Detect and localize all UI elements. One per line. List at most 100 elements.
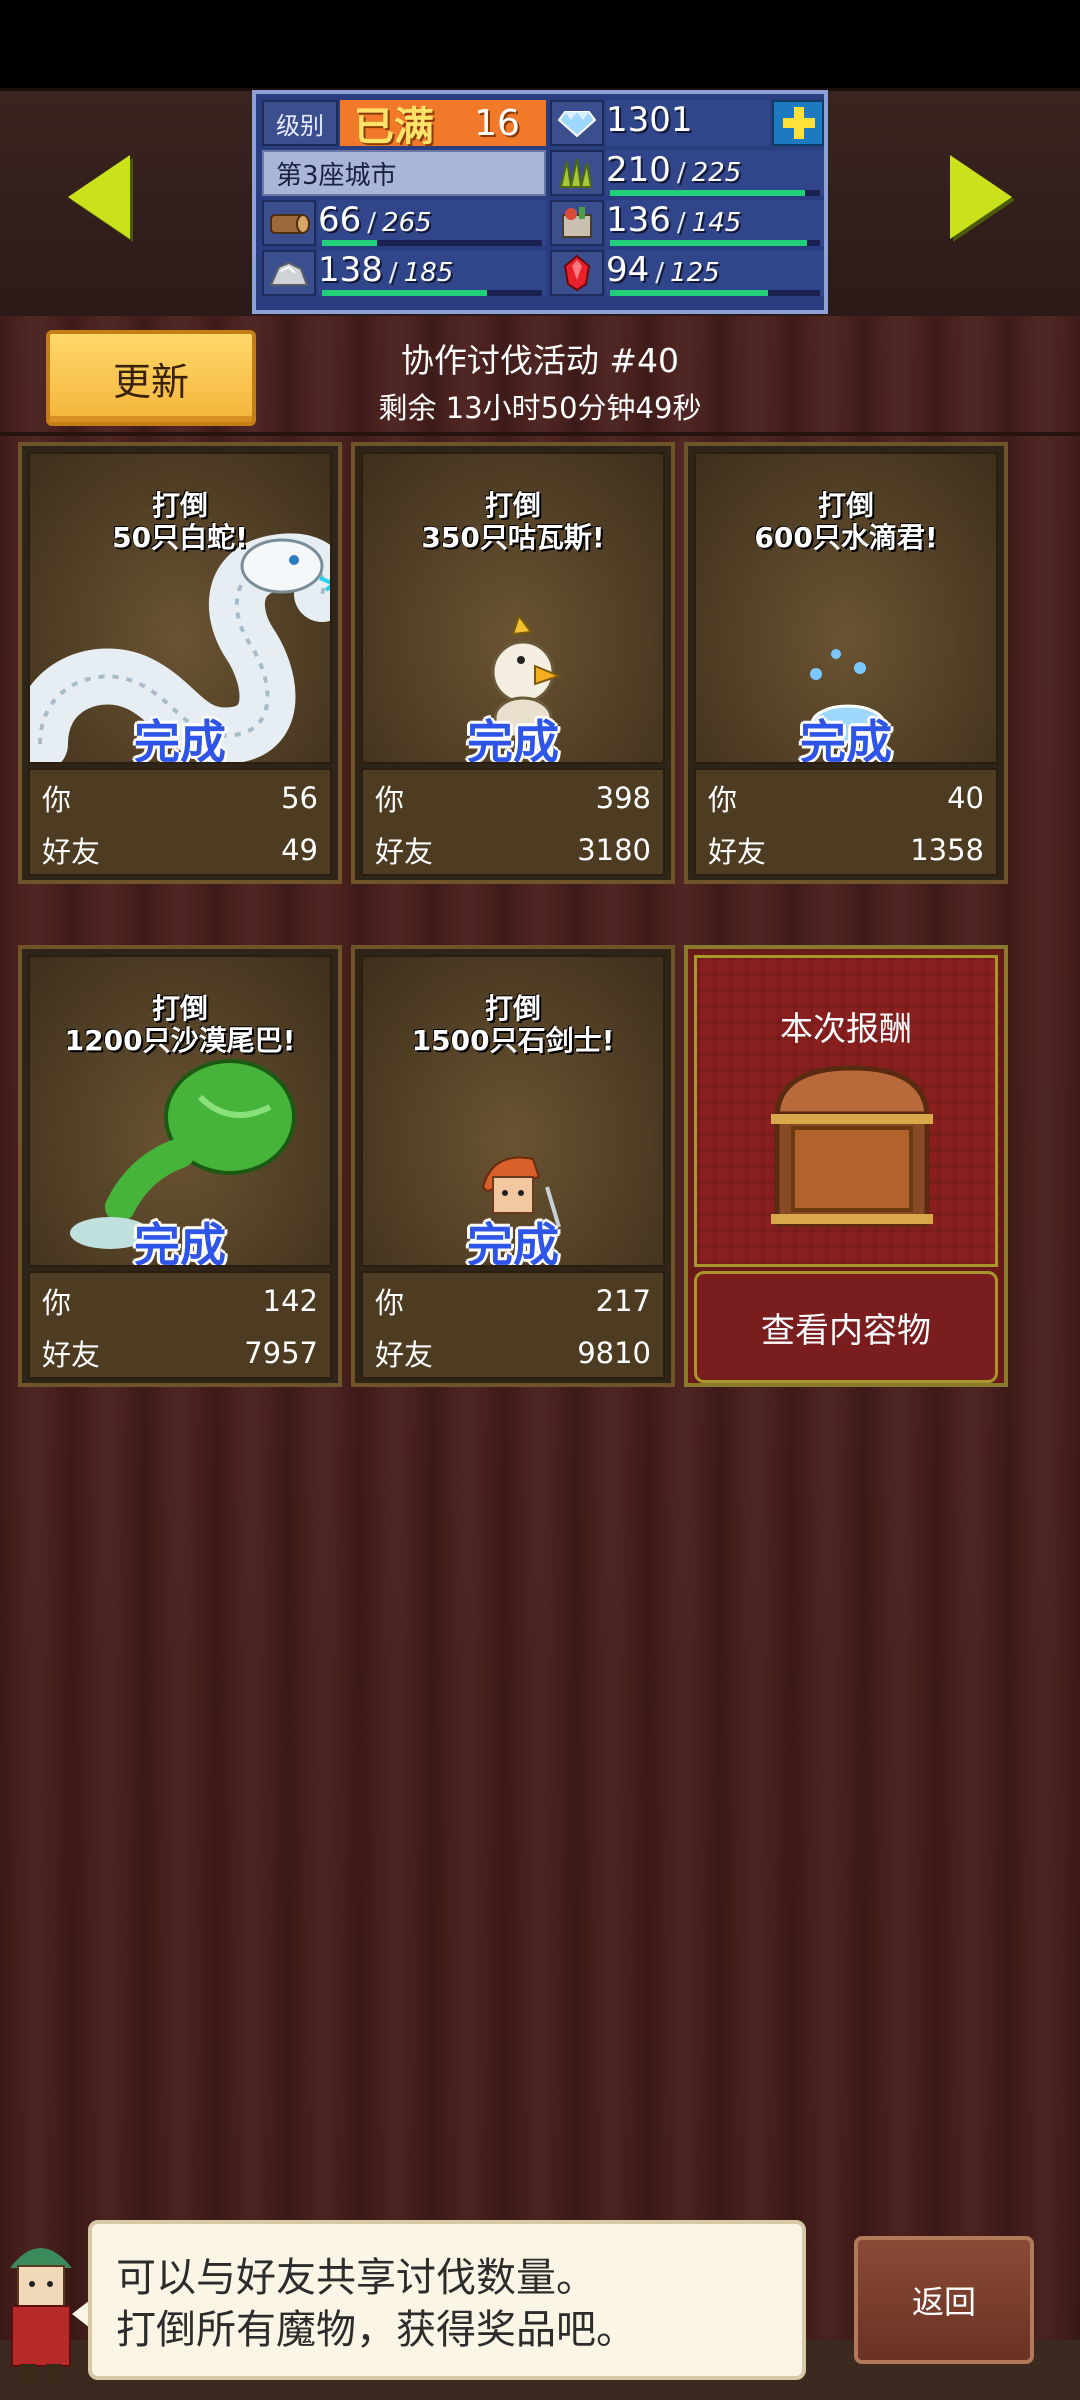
- friend-label: 好友: [375, 1338, 434, 1372]
- ore-max: 185: [403, 258, 454, 288]
- quest-title: 打倒 1500只石剑士!: [363, 993, 663, 1057]
- friend-row: 好友 49: [42, 830, 318, 870]
- quest-title-line1: 打倒: [151, 992, 208, 1025]
- level-status: 已满: [340, 100, 448, 150]
- you-row: 你 142: [42, 1281, 318, 1321]
- wood-value: 66/265: [318, 200, 546, 246]
- friend-label: 好友: [42, 835, 101, 869]
- game-screen: 级别 已满 16 1301 第3座城市 210/225 66/265 136 /…: [0, 0, 1080, 2400]
- quest-card-image: 打倒 1500只石剑士! 完成: [361, 955, 665, 1267]
- crystal-current: 94: [606, 250, 650, 290]
- you-row: 你 217: [375, 1281, 651, 1321]
- wood-icon: [262, 200, 316, 246]
- quest-card-image: 打倒 50只白蛇! 完成: [28, 452, 332, 764]
- food-value: 136/145: [606, 200, 824, 246]
- you-count: 398: [595, 781, 651, 815]
- you-label: 你: [708, 783, 738, 817]
- quest-card[interactable]: 打倒 600只水滴君! 完成 你 40 好友 1358: [684, 442, 1008, 884]
- grass-max: 225: [691, 158, 742, 188]
- friend-row: 好友 7957: [42, 1333, 318, 1373]
- quest-title-line2: 50只白蛇!: [112, 521, 248, 554]
- friend-count: 7957: [244, 1336, 318, 1370]
- quest-card[interactable]: 打倒 350只咕瓦斯! 完成 你 398 好友 3180: [351, 442, 675, 884]
- grass-icon: [550, 150, 604, 196]
- quest-stats: 你 56 好友 49: [28, 768, 332, 876]
- you-count: 56: [281, 781, 318, 815]
- friend-row: 好友 9810: [375, 1333, 651, 1373]
- ore-bar: [322, 290, 487, 296]
- reward-image: 本次报酬: [694, 955, 998, 1267]
- grass-bar: [610, 190, 805, 196]
- food-current: 136: [606, 200, 671, 240]
- you-label: 你: [375, 1286, 405, 1320]
- next-city-arrow-icon[interactable]: [950, 155, 1012, 239]
- wood-bar: [322, 240, 377, 246]
- quest-title: 打倒 600只水滴君!: [696, 490, 996, 554]
- add-gems-button[interactable]: [772, 100, 824, 146]
- quest-complete-label: 完成: [467, 1218, 559, 1267]
- quest-card-image: 打倒 1200只沙漠尾巴! 完成: [28, 955, 332, 1267]
- friend-label: 好友: [42, 1338, 101, 1372]
- quest-card[interactable]: 打倒 50只白蛇! 完成 你 56 好友 49: [18, 442, 342, 884]
- food-bar: [610, 240, 807, 246]
- quest-title-line2: 600只水滴君!: [754, 521, 938, 554]
- reward-title: 本次报酬: [780, 1009, 912, 1048]
- ore-value: 138/185: [318, 250, 546, 296]
- you-label: 你: [375, 783, 405, 817]
- quest-title: 打倒 50只白蛇!: [30, 490, 330, 554]
- quest-card-image: 打倒 600只水滴君! 完成: [694, 452, 998, 764]
- guide-character-icon: [10, 2248, 72, 2384]
- ore-current: 138: [318, 250, 383, 290]
- level-label: 级别: [262, 100, 338, 146]
- crystal-max: 125: [670, 258, 720, 288]
- quest-title-line2: 350只咕瓦斯!: [421, 521, 605, 554]
- quest-stats: 你 217 好友 9810: [361, 1271, 665, 1379]
- you-count: 142: [262, 1284, 318, 1318]
- city-name: 第3座城市: [262, 150, 546, 196]
- wood-current: 66: [318, 200, 362, 240]
- friend-label: 好友: [375, 835, 434, 869]
- quest-card[interactable]: 打倒 1500只石剑士! 完成 你 217 好友 9810: [351, 945, 675, 1387]
- crystal-bar: [610, 290, 768, 296]
- grass-current: 210: [606, 150, 671, 190]
- quest-title-line2: 1500只石剑士!: [411, 1024, 615, 1057]
- you-row: 你 398: [375, 778, 651, 818]
- quest-card-image: 打倒 350只咕瓦斯! 完成: [361, 452, 665, 764]
- view-contents-button[interactable]: 查看内容物: [694, 1271, 998, 1383]
- level-value: 16: [448, 100, 546, 146]
- quest-title-line1: 打倒: [484, 489, 541, 522]
- friend-count: 49: [281, 833, 318, 867]
- gem-icon: [550, 100, 604, 146]
- quest-card[interactable]: 打倒 1200只沙漠尾巴! 完成 你 142 好友 7957: [18, 945, 342, 1387]
- friend-label: 好友: [708, 835, 767, 869]
- friend-count: 9810: [577, 1336, 651, 1370]
- friend-count: 1358: [910, 833, 984, 867]
- quest-title: 打倒 1200只沙漠尾巴!: [30, 993, 330, 1057]
- quest-stats: 你 142 好友 7957: [28, 1271, 332, 1379]
- friend-count: 3180: [577, 833, 651, 867]
- treasure-chest-icon: [771, 1065, 933, 1227]
- status-bar: [0, 0, 1080, 88]
- gem-count: 1301: [606, 100, 770, 146]
- you-count: 40: [947, 781, 984, 815]
- crystal-icon: [550, 250, 604, 296]
- update-button[interactable]: 更新: [46, 330, 256, 426]
- event-title: 协作讨伐活动 #40: [400, 341, 680, 380]
- event-timer: 剩余 13小时50分钟49秒: [378, 391, 702, 425]
- you-count: 217: [595, 1284, 651, 1318]
- you-row: 你 40: [708, 778, 984, 818]
- friend-row: 好友 1358: [708, 830, 984, 870]
- quest-complete-label: 完成: [800, 715, 892, 764]
- quest-complete-label: 完成: [467, 715, 559, 764]
- grass-value: 210/225: [606, 150, 824, 196]
- gem-count-value: 1301: [606, 100, 693, 140]
- quest-stats: 你 398 好友 3180: [361, 768, 665, 876]
- quest-title-line1: 打倒: [817, 489, 874, 522]
- quest-title-line1: 打倒: [151, 489, 208, 522]
- prev-city-arrow-icon[interactable]: [68, 155, 130, 239]
- quest-stats: 你 40 好友 1358: [694, 768, 998, 876]
- food-max: 145: [691, 208, 742, 238]
- back-button[interactable]: 返回: [854, 2236, 1034, 2364]
- wood-max: 265: [382, 208, 432, 238]
- guide-message: 可以与好友共享讨伐数量。 打倒所有魔物，获得奖品吧。: [88, 2220, 806, 2380]
